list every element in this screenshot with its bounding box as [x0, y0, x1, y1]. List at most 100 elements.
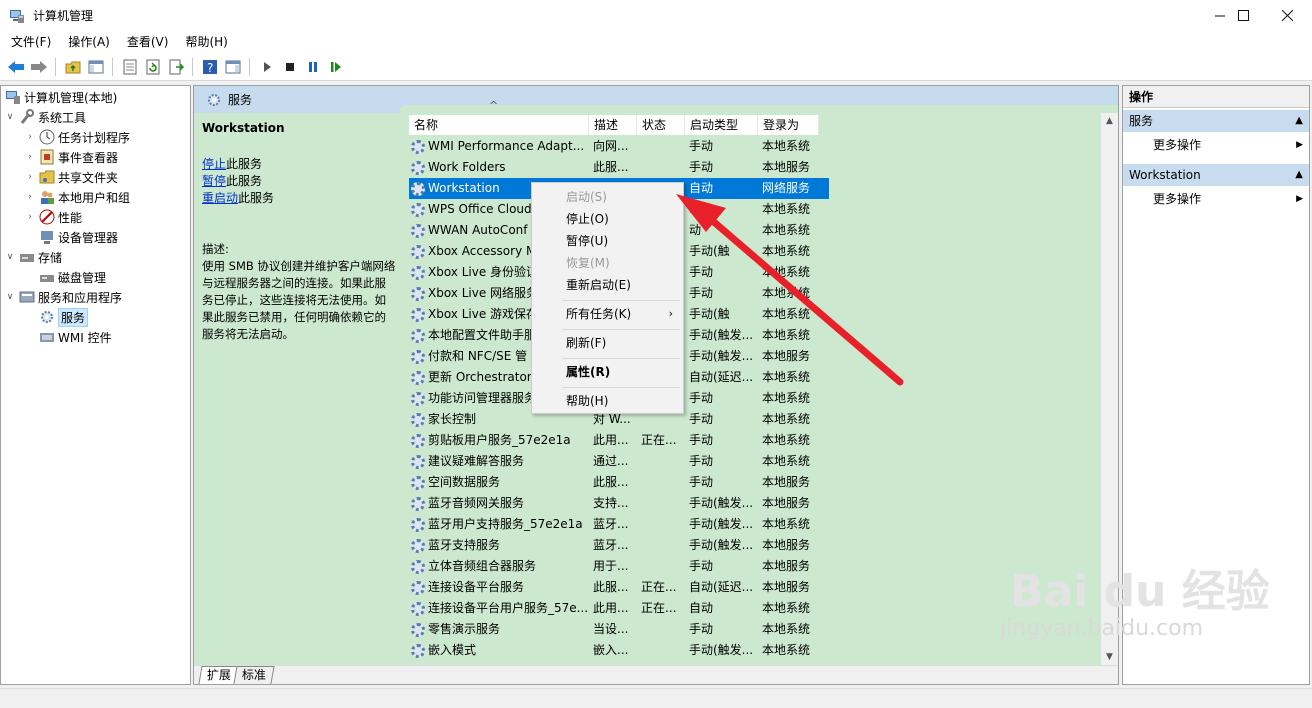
menu-help[interactable]: 帮助(H) — [179, 31, 233, 54]
gear-icon — [411, 643, 425, 658]
scroll-down-icon[interactable]: ▼ — [1101, 652, 1118, 662]
context-properties[interactable]: 属性(R) — [566, 361, 610, 383]
expand-chevron-icon[interactable]: › — [25, 212, 35, 222]
collapse-chevron-icon[interactable]: ∨ — [5, 292, 15, 302]
service-status-cell — [637, 640, 685, 661]
column-header-description[interactable]: 描述 — [589, 115, 637, 135]
collapse-chevron-icon[interactable]: ∨ — [5, 252, 15, 262]
pause-service-link[interactable]: 暂停 — [202, 174, 226, 188]
service-name: WPS Office Cloud — [428, 202, 532, 216]
service-row[interactable]: 零售演示服务 当设... 手动 本地系统 — [409, 619, 829, 640]
service-row[interactable]: 剪贴板用户服务_57e2e1a 此用... 正在... 手动 本地系统 — [409, 430, 829, 451]
maximize-button[interactable] — [1220, 0, 1266, 31]
close-button[interactable] — [1264, 0, 1310, 31]
service-row[interactable]: 连接设备平台服务 此服... 正在... 自动(延迟... 本地服务 — [409, 577, 829, 598]
service-startup-cell: 手动 — [689, 475, 714, 489]
restart-service-icon[interactable] — [326, 57, 346, 77]
service-name: WMI Performance Adapt... — [428, 139, 585, 153]
tree-node-event-viewer[interactable]: › 事件查看器 — [25, 147, 118, 167]
service-row[interactable]: WMI Performance Adapt... 向网... 手动 本地系统 — [409, 136, 829, 157]
service-logon-cell: 本地服务 — [762, 475, 811, 489]
properties-sheet-icon[interactable] — [120, 57, 140, 77]
tree-node-shared-folders[interactable]: › 共享文件夹 — [25, 167, 118, 187]
column-header-startup-type[interactable]: 启动类型 — [685, 115, 758, 135]
restart-service-link[interactable]: 重启动 — [202, 191, 238, 205]
help-icon[interactable]: ? — [200, 57, 220, 77]
collapse-triangle-icon[interactable]: ▲ — [1295, 164, 1303, 186]
service-name: Xbox Live 游戏保存 — [428, 307, 539, 321]
refresh-icon[interactable] — [143, 57, 163, 77]
menu-file[interactable]: 文件(F) — [5, 31, 57, 54]
service-name: 功能访问管理器服务 — [428, 391, 537, 405]
service-description-cell: 此服... — [593, 475, 629, 489]
menu-view[interactable]: 查看(V) — [121, 31, 175, 54]
service-name: 蓝牙音频网关服务 — [428, 496, 525, 510]
context-stop[interactable]: 停止(O) — [566, 208, 609, 230]
service-row[interactable]: 蓝牙用户支持服务_57e2e1a 蓝牙... 手动(触发... 本地系统 — [409, 514, 829, 535]
show-hide-tree-icon[interactable] — [86, 57, 106, 77]
service-name-cell: 剪贴板用户服务_57e2e1a — [409, 430, 589, 451]
tree-node-root[interactable]: 计算机管理(本地) — [5, 87, 117, 107]
column-header-status[interactable]: 状态 — [637, 115, 685, 135]
service-row[interactable]: Work Folders 此服... 手动 本地服务 — [409, 157, 829, 178]
collapse-triangle-icon[interactable]: ▲ — [1295, 110, 1303, 132]
service-logon-cell: 本地系统 — [762, 517, 811, 531]
tree-node-disk-management[interactable]: 磁盘管理 — [35, 267, 106, 287]
service-row[interactable]: 嵌入模式 嵌入... 手动(触发... 本地系统 — [409, 640, 829, 661]
column-header-log-on-as[interactable]: 登录为 — [758, 115, 819, 135]
service-startup-cell: 手动 — [689, 160, 714, 174]
tree-node-local-users[interactable]: › 本地用户和组 — [25, 187, 130, 207]
actions-section-services[interactable]: 服务 ▲ — [1123, 110, 1309, 132]
forward-arrow-icon[interactable] — [29, 57, 49, 77]
gear-icon — [411, 433, 425, 448]
context-all-tasks[interactable]: 所有任务(K) — [566, 303, 631, 325]
expand-chevron-icon[interactable]: › — [25, 192, 35, 202]
tree-node-system-tools[interactable]: ∨ 系统工具 — [5, 107, 86, 127]
scroll-up-icon[interactable]: ▲ — [1101, 116, 1118, 126]
more-actions-item[interactable]: 更多操作 ▶ — [1153, 134, 1309, 156]
service-startup-cell: 手动 — [689, 412, 714, 426]
start-service-icon[interactable] — [257, 57, 277, 77]
export-list-icon[interactable] — [166, 57, 186, 77]
service-row[interactable]: 立体音频组合器服务 用于... 手动 本地服务 — [409, 556, 829, 577]
service-row[interactable]: 蓝牙音频网关服务 支持... 手动(触发... 本地服务 — [409, 493, 829, 514]
tree-node-task-scheduler[interactable]: › 任务计划程序 — [25, 127, 130, 147]
context-refresh[interactable]: 刷新(F) — [566, 332, 606, 354]
watermark-brand: Bai du 经验 — [1010, 566, 1270, 617]
up-folder-icon[interactable] — [63, 57, 83, 77]
context-start[interactable]: 启动(S) — [566, 186, 607, 208]
actions-section-workstation[interactable]: Workstation ▲ — [1123, 164, 1309, 186]
column-header-name[interactable]: 名称 — [409, 115, 589, 135]
stop-service-link[interactable]: 停止 — [202, 157, 226, 171]
menu-action[interactable]: 操作(A) — [62, 31, 116, 54]
service-row[interactable]: 空间数据服务 此服... 手动 本地服务 — [409, 472, 829, 493]
tree-node-device-manager[interactable]: 设备管理器 — [35, 227, 118, 247]
tree-node-services[interactable]: 服务 — [35, 307, 89, 327]
menu-separator — [562, 300, 680, 301]
action-pane-icon[interactable] — [223, 57, 243, 77]
collapse-chevron-icon[interactable]: ∨ — [5, 112, 15, 122]
pause-service-icon[interactable] — [303, 57, 323, 77]
expand-chevron-icon[interactable]: › — [25, 132, 35, 142]
service-row[interactable]: 蓝牙支持服务 蓝牙... 手动(触发... 本地服务 — [409, 535, 829, 556]
service-status-cell — [637, 514, 685, 535]
stop-service-icon[interactable] — [280, 57, 300, 77]
tab-standard[interactable]: 标准 — [233, 666, 275, 684]
context-resume[interactable]: 恢复(M) — [566, 252, 610, 274]
tree-node-services-apps[interactable]: ∨ 服务和应用程序 — [5, 287, 122, 307]
back-arrow-icon[interactable] — [6, 57, 26, 77]
computer-management-window: 计算机管理 文件(F) 操作(A) 查看(V) 帮助(H) ? 计算机管理(本地… — [0, 0, 1312, 708]
tree-node-performance[interactable]: › 性能 — [25, 207, 82, 227]
tree-node-storage[interactable]: ∨ 存储 — [5, 247, 62, 267]
gear-icon — [411, 307, 425, 322]
more-actions-item[interactable]: 更多操作 ▶ — [1153, 188, 1309, 210]
service-row[interactable]: 建议疑难解答服务 通过... 手动 本地系统 — [409, 451, 829, 472]
expand-chevron-icon[interactable]: › — [25, 172, 35, 182]
service-row[interactable]: 连接设备平台用户服务_57e... 此用... 正在... 自动 本地系统 — [409, 598, 829, 619]
context-restart[interactable]: 重新启动(E) — [566, 274, 631, 296]
expand-chevron-icon[interactable]: › — [25, 152, 35, 162]
context-help[interactable]: 帮助(H) — [566, 390, 608, 412]
tree-node-wmi[interactable]: WMI 控件 — [35, 327, 112, 347]
context-pause[interactable]: 暂停(U) — [566, 230, 608, 252]
service-logon-cell: 本地系统 — [762, 265, 811, 279]
